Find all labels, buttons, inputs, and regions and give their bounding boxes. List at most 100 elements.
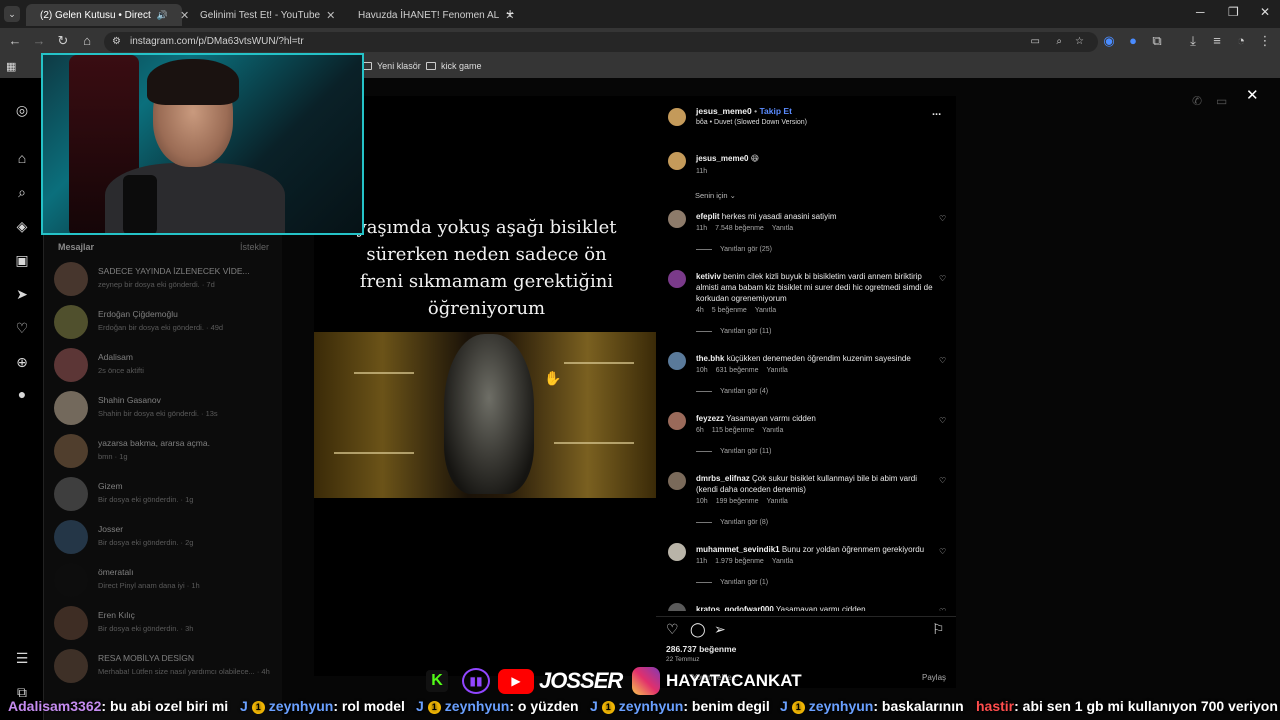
bookmark-folder-kick-game[interactable]: kick game: [426, 61, 482, 71]
conversation-item[interactable]: Josser Bir dosya eki gönderdin. · 2g: [54, 518, 274, 558]
install-icon[interactable]: ▭: [1031, 32, 1040, 52]
explore-icon[interactable]: ◈: [12, 216, 32, 236]
chat-username: hastir: [976, 698, 1015, 714]
reply-button[interactable]: Yanıtla: [767, 498, 788, 505]
comment-likes[interactable]: 631 beğenme: [716, 367, 759, 374]
reply-button[interactable]: Yanıtla: [772, 558, 793, 565]
share-send-icon[interactable]: ➢: [714, 621, 726, 638]
view-replies-button[interactable]: Yanıtları gör (1): [696, 579, 768, 586]
search-icon[interactable]: ⌕: [12, 182, 32, 202]
close-window-icon[interactable]: ✕: [1260, 5, 1270, 19]
bookmark-star-icon[interactable]: ☆: [1075, 32, 1084, 52]
profile-avatar[interactable]: ●: [12, 384, 32, 404]
menu-icon[interactable]: ⋮: [1256, 33, 1274, 49]
conversation-item[interactable]: ömeratalı Direct Pinyl anam dana iyi · 1h: [54, 561, 274, 601]
comment-icon[interactable]: ◯: [690, 621, 706, 638]
extensions-puzzle-icon[interactable]: ⧉: [1148, 33, 1166, 49]
comment-avatar[interactable]: [668, 603, 686, 611]
comment-username[interactable]: ketiviv: [696, 272, 721, 281]
home-icon[interactable]: ⌂: [78, 33, 96, 48]
reply-button[interactable]: Yanıtla: [762, 427, 783, 434]
sub-badge-icon: 1: [251, 701, 265, 714]
reply-button[interactable]: Yanıtla: [767, 367, 788, 374]
comment-like-heart-icon[interactable]: ♡: [939, 274, 946, 283]
home-icon[interactable]: ⌂: [12, 148, 32, 168]
profile-icon[interactable]: ◔: [1232, 33, 1250, 48]
tab-search-button[interactable]: ⌄: [4, 6, 20, 22]
comment-like-heart-icon[interactable]: ♡: [939, 547, 946, 556]
tab-instagram[interactable]: (2) Gelen Kutusu • Direct 🔊 ✕: [26, 4, 189, 26]
apps-grid-icon[interactable]: ▦: [6, 60, 16, 73]
new-tab-button[interactable]: +: [506, 5, 514, 21]
extension-icon-2[interactable]: ●: [1124, 33, 1142, 48]
comment-username[interactable]: dmrbs_elifnaz: [696, 474, 750, 483]
reels-icon[interactable]: ▣: [12, 250, 32, 270]
instagram-logo-icon[interactable]: ◎: [12, 100, 32, 120]
like-heart-icon[interactable]: ♡: [666, 621, 679, 638]
comment-username[interactable]: efeplit: [696, 212, 720, 221]
save-bookmark-icon[interactable]: ⚐: [932, 621, 945, 638]
download-icon[interactable]: ⤓: [1184, 33, 1202, 49]
conversation-item[interactable]: SADECE YAYINDA İZLENECEK VİDE... zeynep b…: [54, 260, 274, 300]
requests-link[interactable]: İstekler: [240, 242, 269, 252]
comment-username[interactable]: the.bhk: [696, 354, 724, 363]
view-replies-button[interactable]: Yanıtları gör (8): [696, 519, 768, 526]
comment-likes[interactable]: 1.979 beğenme: [715, 558, 764, 565]
conversation-item[interactable]: Eren Kılıç Bir dosya eki gönderdin. · 3h: [54, 604, 274, 644]
close-tab-icon[interactable]: ✕: [326, 9, 335, 22]
conversation-item[interactable]: Gizem Bir dosya eki gönderdin. · 1g: [54, 475, 274, 515]
comment-avatar[interactable]: [668, 472, 686, 490]
comment-like-heart-icon[interactable]: ♡: [939, 416, 946, 425]
create-icon[interactable]: ⊕: [12, 352, 32, 372]
minimize-icon[interactable]: ─: [1196, 5, 1205, 19]
tab-youtube-1[interactable]: Gelinimi Test Et! - YouTube ✕: [186, 4, 342, 26]
reel-video[interactable]: yaşımda yokuş aşağı bisiklet sürerken ne…: [314, 96, 656, 676]
comment-avatar[interactable]: [668, 352, 686, 370]
share-button[interactable]: Paylaş: [922, 673, 946, 682]
comment-like-heart-icon[interactable]: ♡: [939, 607, 946, 611]
comment-like-heart-icon[interactable]: ♡: [939, 476, 946, 485]
comment-likes[interactable]: 199 beğenme: [716, 498, 759, 505]
avatar: [54, 262, 88, 296]
address-bar[interactable]: ⚙ instagram.com/p/DMa63vtsWUN/?hl=tr ▭ ⌕…: [104, 32, 1098, 52]
forward-icon[interactable]: →: [30, 33, 48, 48]
comment-like-heart-icon[interactable]: ♡: [939, 356, 946, 365]
comment-username[interactable]: feyzezz: [696, 414, 724, 423]
notifications-heart-icon[interactable]: ♡: [12, 318, 32, 338]
comment-likes[interactable]: 5 beğenme: [712, 307, 747, 314]
comment-avatar[interactable]: [668, 210, 686, 228]
conversation-item[interactable]: Shahin Gasanov Shahin bir dosya eki gönde…: [54, 389, 274, 429]
conversation-item[interactable]: Erdoğan Çiğdemoğlu Erdoğan bir dosya eki …: [54, 303, 274, 343]
comments-list: efeplit herkes mi yasadi anasini satiyim…: [656, 96, 956, 611]
comment-avatar[interactable]: [668, 270, 686, 288]
bookmark-folder-yeni-klasor[interactable]: Yeni klasör: [362, 61, 421, 71]
reload-icon[interactable]: ↻: [54, 33, 72, 49]
likes-count[interactable]: 286.737 beğenme: [666, 644, 736, 654]
reply-button[interactable]: Yanıtla: [755, 307, 776, 314]
tab-youtube-2[interactable]: Havuzda İHANET! Fenomen AL ✕: [344, 4, 514, 26]
maximize-icon[interactable]: ❐: [1228, 5, 1239, 19]
comment-like-heart-icon[interactable]: ♡: [939, 214, 946, 223]
view-replies-button[interactable]: Yanıtları gör (11): [696, 448, 772, 455]
reply-button[interactable]: Yanıtla: [772, 225, 793, 232]
back-icon[interactable]: ←: [6, 33, 24, 48]
comment-username[interactable]: muhammet_sevindik1: [696, 545, 780, 554]
view-replies-button[interactable]: Yanıtları gör (11): [696, 328, 772, 335]
comment-username[interactable]: kratos_godofwar000: [696, 605, 774, 611]
close-modal-icon[interactable]: ✕: [1246, 86, 1259, 104]
comment-likes[interactable]: 115 beğenme: [712, 427, 754, 434]
extension-icon-1[interactable]: ◉: [1100, 33, 1118, 49]
conversation-item[interactable]: RESA MOBİLYA DESİGN Merhaba! Lütfen size …: [54, 647, 274, 687]
view-replies-button[interactable]: Yanıtları gör (4): [696, 388, 768, 395]
comment-likes[interactable]: 7.548 beğenme: [715, 225, 764, 232]
view-replies-button[interactable]: Yanıtları gör (25): [696, 246, 772, 253]
conversation-item[interactable]: yazarsa bakma, ararsa açma. bmn · 1g: [54, 432, 274, 472]
conversation-item[interactable]: Adalisam 2s önce aktifti: [54, 346, 274, 386]
site-info-icon[interactable]: ⚙: [112, 32, 121, 52]
more-menu-icon[interactable]: ☰: [12, 648, 32, 668]
media-control-icon[interactable]: ≡: [1208, 33, 1226, 48]
zoom-icon[interactable]: ⌕: [1056, 32, 1062, 52]
messages-icon[interactable]: ➤: [12, 284, 32, 304]
comment-avatar[interactable]: [668, 543, 686, 561]
comment-avatar[interactable]: [668, 412, 686, 430]
